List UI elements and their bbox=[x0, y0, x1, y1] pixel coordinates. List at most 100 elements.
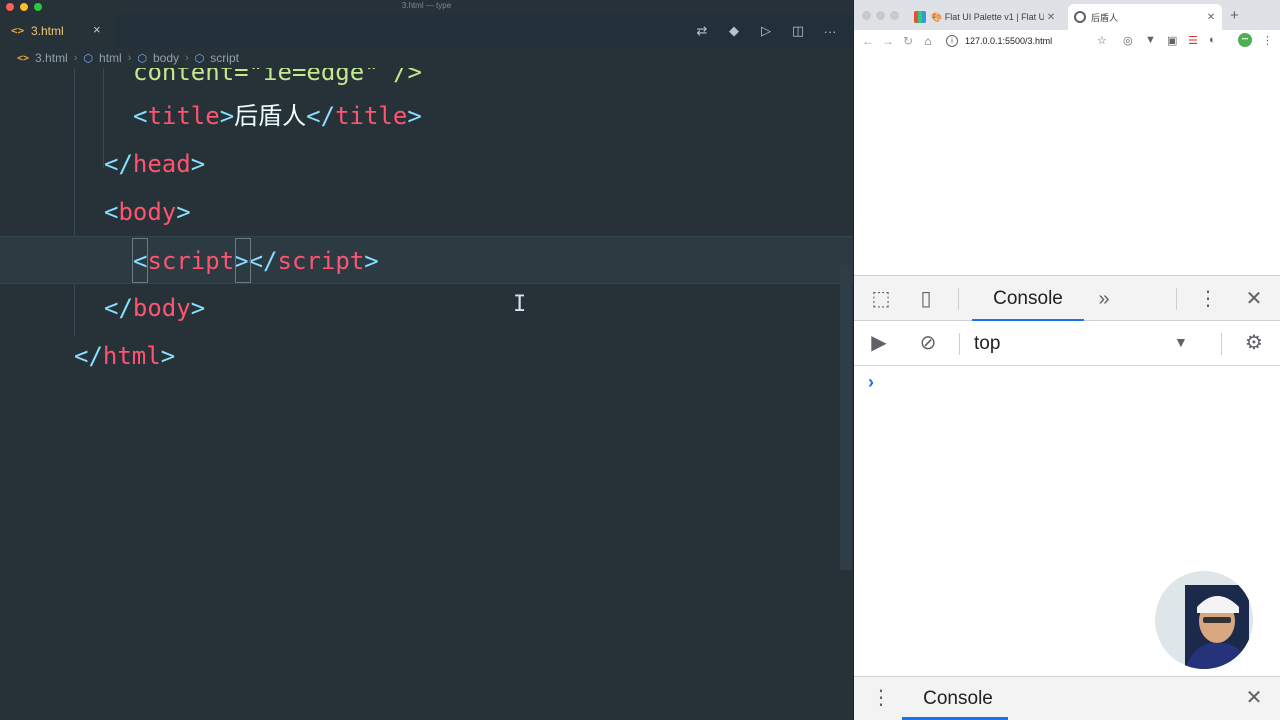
divider bbox=[1176, 288, 1177, 310]
editor-titlebar: 3.html — type bbox=[0, 0, 853, 14]
address-bar[interactable]: i 127.0.0.1:5500/3.html bbox=[946, 32, 1112, 50]
editor-toolbar: ⇄ ◆ ▷ ◫ ··· bbox=[693, 22, 839, 40]
divider bbox=[958, 288, 959, 310]
drawer-menu-icon[interactable]: ⋮ bbox=[869, 686, 893, 710]
globe-icon bbox=[1074, 11, 1086, 23]
code-punct: </ bbox=[74, 342, 103, 370]
info-icon[interactable]: i bbox=[946, 35, 958, 47]
more-actions-icon[interactable]: ··· bbox=[821, 22, 839, 40]
close-icon[interactable]: ✕ bbox=[1044, 12, 1058, 23]
tab-title: 后盾人 bbox=[1091, 12, 1119, 23]
code-punct: > bbox=[190, 150, 206, 178]
code-punct: < bbox=[133, 102, 148, 130]
split-editor-icon[interactable]: ◫ bbox=[789, 22, 807, 40]
context-selector[interactable]: top bbox=[974, 321, 1189, 366]
element-icon: ⬡ bbox=[83, 52, 94, 65]
code-line: <body> bbox=[0, 188, 853, 236]
webcam-overlay bbox=[1155, 571, 1253, 669]
element-icon: ⬡ bbox=[137, 52, 147, 65]
code-tag: body bbox=[132, 294, 191, 322]
editor-tab-bar: <> 3.html × ⇄ ◆ ▷ ◫ ··· bbox=[0, 14, 853, 48]
extension-icon[interactable]: ◐ bbox=[1209, 34, 1216, 46]
breadcrumb-item-body[interactable]: body bbox=[153, 51, 179, 65]
code-tag: script bbox=[277, 247, 365, 275]
code-line-current: <script></script> bbox=[0, 236, 853, 284]
tab-3-html[interactable]: <> 3.html × bbox=[0, 14, 115, 48]
dropdown-arrow-icon[interactable]: ▼ bbox=[1174, 334, 1188, 350]
browser-tab-flat-ui[interactable]: 🎨 Flat UI Palette v1 | Flat UI Co ✕ bbox=[908, 4, 1062, 30]
avatar[interactable]: ••• bbox=[1238, 33, 1252, 47]
breadcrumb: <> 3.html › ⬡ html › ⬡ body › ⬡ script bbox=[0, 48, 853, 68]
code-text: 后盾人 bbox=[234, 102, 307, 130]
code-line: </body> bbox=[0, 284, 853, 332]
close-window-button[interactable] bbox=[862, 11, 871, 20]
code-tag: html bbox=[102, 342, 161, 370]
close-icon[interactable]: ✕ bbox=[1204, 12, 1218, 23]
tab-title: 🎨 Flat UI Palette v1 | Flat UI Co bbox=[931, 11, 1044, 22]
code-punct: </ bbox=[104, 150, 133, 178]
chevron-right-icon: › bbox=[127, 52, 132, 64]
divider bbox=[959, 333, 960, 355]
console-prompt-icon: › bbox=[868, 372, 874, 392]
inspect-element-icon[interactable]: ⬚ bbox=[869, 287, 893, 311]
git-icon[interactable]: ◆ bbox=[725, 22, 743, 40]
code-text: content="ie=edge" /> bbox=[133, 68, 422, 86]
extension-icon[interactable]: ☰ bbox=[1188, 34, 1198, 47]
code-tag: title bbox=[147, 102, 220, 130]
show-sidebar-icon[interactable]: ▶ bbox=[867, 331, 891, 355]
zoom-window-button[interactable] bbox=[890, 11, 899, 20]
code-line: </html> bbox=[0, 332, 853, 380]
code-punct: < bbox=[104, 198, 119, 226]
breadcrumb-item-script[interactable]: script bbox=[210, 51, 239, 65]
menu-kebab-icon[interactable]: ⋮ bbox=[1262, 34, 1273, 47]
url-text[interactable]: 127.0.0.1:5500/3.html bbox=[965, 36, 1052, 46]
devtools-drawer: ⋮ Console ✕ bbox=[854, 676, 1280, 720]
extension-icon[interactable]: ▼ bbox=[1145, 34, 1156, 46]
browser-toolbar: ← → ↻ ⌂ i 127.0.0.1:5500/3.html ☆ ◎ ▼ ▣ … bbox=[854, 30, 1280, 52]
breadcrumb-item-html[interactable]: html bbox=[99, 51, 122, 65]
code-punct: > bbox=[364, 247, 379, 275]
extension-icon[interactable]: ◎ bbox=[1123, 34, 1133, 47]
compare-changes-icon[interactable]: ⇄ bbox=[693, 22, 711, 40]
run-icon[interactable]: ▷ bbox=[757, 22, 775, 40]
drawer-tab-console[interactable]: Console bbox=[902, 677, 1014, 720]
element-icon: ⬡ bbox=[194, 52, 205, 65]
close-devtools-icon[interactable]: ✕ bbox=[1242, 287, 1266, 311]
browser-tab-active[interactable]: 后盾人 ✕ bbox=[1068, 4, 1222, 30]
home-icon[interactable]: ⌂ bbox=[918, 34, 938, 48]
code-punct: > bbox=[176, 198, 191, 226]
chevron-right-icon: › bbox=[185, 52, 189, 64]
more-tabs-icon[interactable]: » bbox=[1092, 287, 1116, 311]
reload-icon[interactable]: ↻ bbox=[898, 34, 918, 48]
code-punct: </ bbox=[248, 247, 278, 275]
browser-tab-strip: 🎨 Flat UI Palette v1 | Flat UI Co ✕ 后盾人 … bbox=[854, 0, 1280, 30]
close-drawer-icon[interactable]: ✕ bbox=[1242, 686, 1266, 710]
forward-icon[interactable]: → bbox=[878, 34, 898, 48]
minimize-window-button[interactable] bbox=[876, 11, 885, 20]
breadcrumb-item-file[interactable]: 3.html bbox=[35, 51, 68, 65]
back-icon[interactable]: ← bbox=[858, 34, 878, 48]
code-punct: > bbox=[407, 102, 422, 130]
code-tag: script bbox=[147, 247, 235, 275]
console-toolbar: ▶ ⊘ top ▼ ⚙ bbox=[854, 321, 1280, 366]
devtools-menu-icon[interactable]: ⋮ bbox=[1196, 287, 1220, 311]
text-cursor-icon: I bbox=[513, 292, 527, 317]
code-area[interactable]: content="ie=edge" /> <title>后盾人</title> … bbox=[0, 68, 853, 720]
presenter-image bbox=[1155, 571, 1253, 669]
extension-icon[interactable]: ▣ bbox=[1167, 34, 1177, 47]
gear-icon[interactable]: ⚙ bbox=[1242, 331, 1266, 355]
code-tag: head bbox=[132, 150, 191, 178]
new-tab-button[interactable]: + bbox=[1230, 7, 1239, 24]
close-icon[interactable]: × bbox=[93, 22, 101, 37]
html-file-icon: <> bbox=[11, 24, 25, 37]
editor-scrollbar[interactable] bbox=[840, 265, 852, 570]
device-toolbar-icon[interactable]: ▯ bbox=[914, 287, 938, 311]
palette-favicon-icon bbox=[914, 11, 926, 23]
bracket-match-highlight bbox=[235, 238, 251, 283]
html-file-icon: <> bbox=[17, 52, 30, 64]
bookmark-star-icon[interactable]: ☆ bbox=[1097, 34, 1107, 47]
tab-console[interactable]: Console bbox=[972, 276, 1084, 322]
clear-console-icon[interactable]: ⊘ bbox=[916, 331, 940, 355]
page-viewport[interactable] bbox=[854, 52, 1280, 275]
code-tag: body bbox=[118, 198, 177, 226]
